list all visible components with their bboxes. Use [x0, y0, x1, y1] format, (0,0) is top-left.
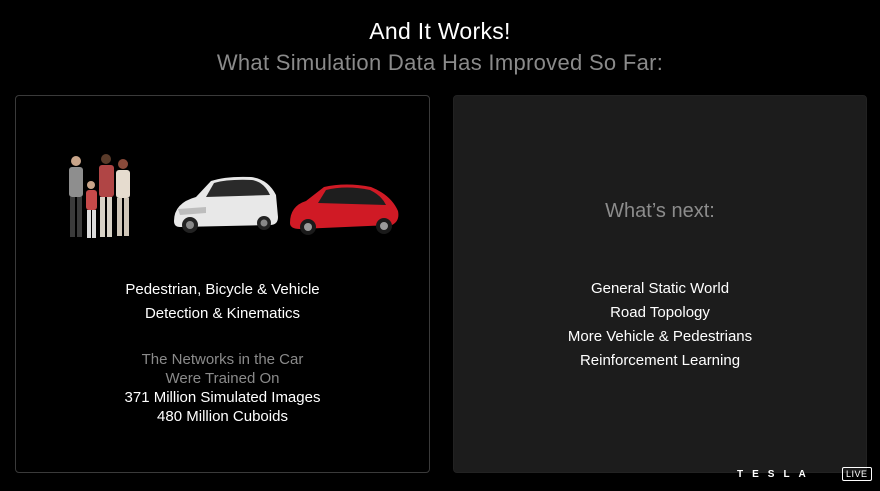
simulation-results-panel: Pedestrian, Bicycle & Vehicle Detection …: [15, 95, 430, 473]
red-car-icon: [290, 184, 399, 235]
white-car-icon: [174, 176, 278, 233]
pedestrians-group-icon: [69, 154, 130, 238]
training-text: The Networks in the Car Were Trained On …: [16, 350, 429, 426]
training-line-gray: The Networks in the Car: [141, 351, 304, 368]
detection-line: Detection & Kinematics: [144, 305, 301, 322]
whats-next-heading: What’s next:: [605, 200, 715, 222]
detection-text: Pedestrian, Bicycle & Vehicle Detection …: [16, 278, 429, 326]
detection-line: Pedestrian, Bicycle & Vehicle: [125, 281, 320, 298]
whats-next-item: Reinforcement Learning: [579, 352, 741, 369]
whats-next-item: Road Topology: [610, 304, 710, 321]
page-title: And It Works!: [369, 18, 511, 44]
training-line-white: 480 Million Cuboids: [157, 408, 288, 425]
whats-next-list: General Static World Road Topology More …: [454, 277, 866, 373]
whats-next-panel: What’s next: General Static World Road T…: [453, 95, 867, 473]
live-badge: LIVE: [842, 467, 872, 481]
whats-next-item: More Vehicle & Pedestrians: [567, 328, 753, 345]
illustrations: [69, 154, 399, 238]
training-line-gray: Were Trained On: [165, 370, 280, 387]
tesla-logo: TESLA: [737, 469, 815, 480]
training-line-white: 371 Million Simulated Images: [124, 389, 321, 406]
whats-next-item: General Static World: [590, 280, 730, 297]
page-subtitle: What Simulation Data Has Improved So Far…: [216, 50, 664, 75]
